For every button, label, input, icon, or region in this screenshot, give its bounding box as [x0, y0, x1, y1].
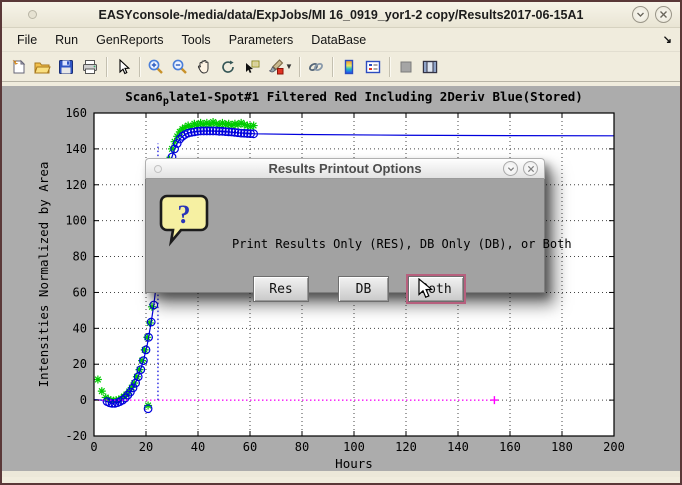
data-cursor-button[interactable]: [240, 55, 264, 79]
rotate-3d-icon: [219, 58, 237, 76]
window-close-button[interactable]: [655, 6, 672, 23]
svg-text:120: 120: [395, 440, 417, 454]
show-plot-tools-button[interactable]: [418, 55, 442, 79]
svg-text:180: 180: [551, 440, 573, 454]
svg-text:60: 60: [73, 285, 87, 299]
new-figure-icon: [9, 58, 27, 76]
zoom-in-icon: [147, 58, 165, 76]
close-icon: [659, 10, 668, 19]
zoom-in-button[interactable]: [144, 55, 168, 79]
svg-text:120: 120: [65, 178, 87, 192]
window-bottom-edge: [2, 471, 680, 477]
window-title: EASYconsole-/media/data/ExpJobs/MI 16_09…: [2, 8, 680, 22]
results-printout-dialog: Results Printout Options ? Print Results…: [145, 158, 545, 293]
window-minimize-button[interactable]: [632, 6, 649, 23]
toolbar-separator: [389, 57, 390, 77]
db-button[interactable]: DB: [338, 276, 389, 302]
window-titlebar[interactable]: EASYconsole-/media/data/ExpJobs/MI 16_09…: [2, 2, 680, 28]
svg-text:Scan6plate1-Spot#1 Filtered Re: Scan6plate1-Spot#1 Filtered Red Includin…: [125, 89, 583, 107]
dialog-body: ? Print Results Only (RES), DB Only (DB)…: [145, 179, 545, 293]
svg-text:40: 40: [191, 440, 205, 454]
print-figure-button[interactable]: [78, 55, 102, 79]
hide-plot-tools-icon: [397, 58, 415, 76]
toolbar-separator: [106, 57, 107, 77]
toolbar-separator: [299, 57, 300, 77]
menu-file[interactable]: File: [8, 30, 46, 50]
open-file-button[interactable]: [30, 55, 54, 79]
link-plot-icon: [307, 58, 325, 76]
question-bubble-icon: ?: [159, 192, 211, 248]
insert-colorbar-icon: [340, 58, 358, 76]
svg-text:140: 140: [447, 440, 469, 454]
svg-text:140: 140: [65, 142, 87, 156]
menu-genreports[interactable]: GenReports: [87, 30, 172, 50]
res-button[interactable]: Res: [253, 276, 309, 302]
app-window: EASYconsole-/media/data/ExpJobs/MI 16_09…: [0, 0, 682, 485]
dialog-titlebar[interactable]: Results Printout Options: [145, 158, 545, 179]
window-menu-dot[interactable]: [28, 10, 37, 19]
svg-text:0: 0: [80, 393, 87, 407]
mouse-cursor-icon: [418, 278, 434, 299]
menubar: File Run GenReports Tools Parameters Dat…: [2, 28, 680, 52]
insert-legend-button[interactable]: [361, 55, 385, 79]
pan-hand-icon: [195, 58, 213, 76]
svg-text:?: ?: [178, 200, 191, 229]
toolbar-separator: [139, 57, 140, 77]
svg-text:20: 20: [139, 440, 153, 454]
rotate-3d-button[interactable]: [216, 55, 240, 79]
svg-text:Hours: Hours: [335, 456, 373, 471]
insert-legend-icon: [364, 58, 382, 76]
pointer-icon: [114, 58, 132, 76]
save-figure-button[interactable]: [54, 55, 78, 79]
svg-text:0: 0: [90, 440, 97, 454]
svg-text:80: 80: [73, 250, 87, 264]
svg-text:100: 100: [65, 214, 87, 228]
menu-database[interactable]: DataBase: [302, 30, 375, 50]
svg-text:160: 160: [65, 106, 87, 120]
toolbar: ▼: [2, 52, 680, 82]
brush-icon: [267, 58, 285, 76]
svg-text:40: 40: [73, 321, 87, 335]
dialog-message: Print Results Only (RES), DB Only (DB), …: [232, 237, 572, 251]
show-plot-tools-icon: [421, 58, 439, 76]
svg-text:160: 160: [499, 440, 521, 454]
chevron-down-icon: [636, 10, 645, 19]
toolbar-separator: [332, 57, 333, 77]
svg-text:100: 100: [343, 440, 365, 454]
menu-tools[interactable]: Tools: [173, 30, 220, 50]
data-cursor-icon: [243, 58, 261, 76]
svg-text:60: 60: [243, 440, 257, 454]
zoom-out-icon: [171, 58, 189, 76]
both-button-focus-ring: Both: [406, 274, 466, 304]
svg-text:20: 20: [73, 357, 87, 371]
svg-text:80: 80: [295, 440, 309, 454]
menu-parameters[interactable]: Parameters: [220, 30, 303, 50]
pan-tool-button[interactable]: [192, 55, 216, 79]
both-button[interactable]: Both: [408, 276, 464, 302]
svg-text:Intensities Normalized by Area: Intensities Normalized by Area: [36, 162, 51, 388]
pointer-tool-button[interactable]: [111, 55, 135, 79]
menu-run[interactable]: Run: [46, 30, 87, 50]
brush-dropdown-caret-icon[interactable]: ▼: [285, 62, 293, 71]
open-file-icon: [33, 58, 51, 76]
hide-plot-tools-button[interactable]: [394, 55, 418, 79]
menu-overflow-arrow-icon[interactable]: ↘: [663, 33, 672, 46]
save-figure-icon: [57, 58, 75, 76]
dialog-title: Results Printout Options: [146, 161, 544, 176]
print-figure-icon: [81, 58, 99, 76]
new-figure-button[interactable]: [6, 55, 30, 79]
insert-colorbar-button[interactable]: [337, 55, 361, 79]
zoom-out-button[interactable]: [168, 55, 192, 79]
svg-text:-20: -20: [65, 429, 87, 443]
link-plot-button[interactable]: [304, 55, 328, 79]
svg-text:200: 200: [603, 440, 625, 454]
